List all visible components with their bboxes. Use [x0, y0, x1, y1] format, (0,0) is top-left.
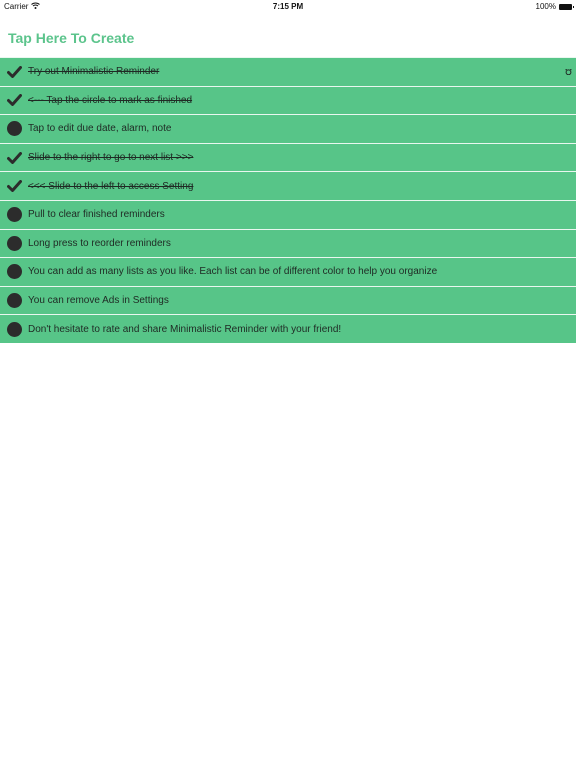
circle-icon[interactable] — [0, 230, 28, 258]
circle-icon[interactable] — [0, 287, 28, 315]
alarm-icon — [565, 62, 572, 80]
reminder-row[interactable]: Try out Minimalistic Reminder — [0, 57, 576, 96]
reminder-text: Don't hesitate to rate and share Minimal… — [28, 323, 342, 335]
circle-icon-shape — [6, 121, 22, 137]
reminder-text: Slide to the right to go to next list >>… — [28, 152, 194, 164]
reminder-text: <<< Slide to the left to access Setting — [28, 180, 194, 192]
reminder-text: Tap to edit due date, alarm, note — [28, 123, 172, 135]
create-reminder-button[interactable]: Tap Here To Create — [8, 30, 134, 46]
reminder-row[interactable]: Long press to reorder reminders — [0, 228, 576, 258]
reminder-text: You can add as many lists as you like. E… — [28, 266, 438, 278]
checkmark-icon[interactable] — [0, 144, 28, 172]
circle-icon-shape — [6, 264, 22, 280]
battery-icon — [559, 3, 574, 10]
reminder-row[interactable]: Pull to clear finished reminders — [0, 199, 576, 229]
status-bar: Carrier 7:15 PM 100% — [0, 0, 576, 12]
reminder-row[interactable]: <--- Tap the circle to mark as finished — [0, 85, 576, 115]
status-time: 7:15 PM — [272, 2, 304, 11]
circle-icon-shape — [6, 293, 22, 309]
reminder-row[interactable]: You can add as many lists as you like. E… — [0, 257, 576, 286]
circle-icon-shape — [6, 235, 22, 251]
circle-icon[interactable] — [0, 315, 28, 343]
reminder-row[interactable]: You can remove Ads in Settings — [0, 285, 576, 315]
reminder-row[interactable]: Tap to edit due date, alarm, note — [0, 114, 576, 143]
reminder-text: Try out Minimalistic Reminder — [28, 66, 160, 78]
reminder-row[interactable]: Don't hesitate to rate and share Minimal… — [0, 314, 576, 343]
checkmark-icon[interactable] — [0, 172, 28, 200]
reminder-row[interactable]: <<< Slide to the left to access Setting — [0, 171, 576, 200]
checkmark-icon[interactable] — [0, 87, 28, 115]
circle-icon[interactable] — [0, 115, 28, 143]
reminder-text: Pull to clear finished reminders — [28, 209, 165, 221]
checkmark-icon[interactable] — [0, 58, 28, 86]
reminder-row[interactable]: Slide to the right to go to next list >>… — [0, 142, 576, 172]
reminder-list: Try out Minimalistic Reminder <--- Tap th… — [0, 57, 576, 343]
reminder-text: Long press to reorder reminders — [28, 237, 171, 249]
circle-icon-shape — [6, 207, 22, 223]
circle-icon[interactable] — [0, 201, 28, 229]
reminder-text: You can remove Ads in Settings — [28, 295, 169, 307]
reminder-text: <--- Tap the circle to mark as finished — [28, 94, 193, 106]
circle-icon[interactable] — [0, 258, 28, 286]
battery-percent: 100% — [535, 2, 556, 11]
battery-indicator: 100% — [535, 2, 574, 11]
circle-icon-shape — [6, 321, 22, 337]
